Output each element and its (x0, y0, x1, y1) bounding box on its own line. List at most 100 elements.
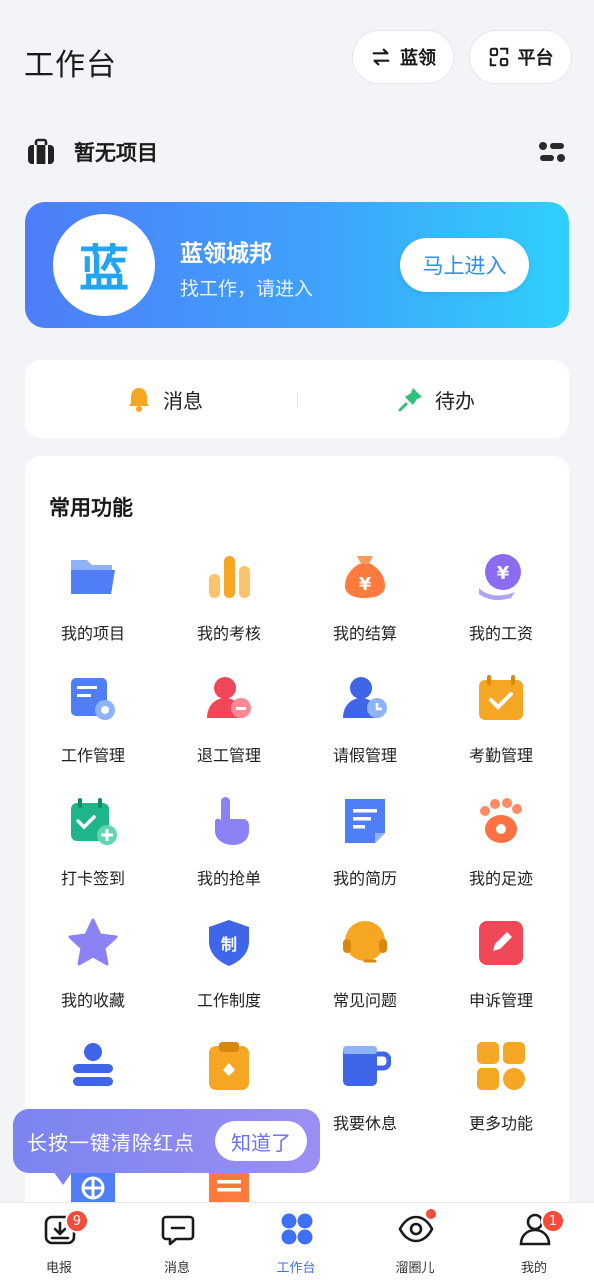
section-title: 常用功能 (49, 496, 133, 520)
function-label: 我的结算 (332, 624, 397, 643)
function-label: 申诉管理 (468, 991, 533, 1010)
common-functions: 常用功能 我的项目 我的考核 ¥ 我的结算 ¥ 我的工资 工作管理 退工管理 请… (25, 456, 569, 1216)
function-my-settlement[interactable]: ¥ 我的结算 (297, 544, 433, 666)
function-label: 我的工资 (468, 624, 533, 643)
project-selector[interactable]: 暂无项目 (26, 130, 568, 174)
page-title: 工作台 (24, 48, 117, 83)
function-label: 退工管理 (196, 746, 261, 765)
appeal-icon (479, 921, 523, 965)
clear-badge-tooltip: 长按一键清除红点 知道了 (13, 1109, 320, 1185)
app-banner[interactable]: 蓝 蓝领城邦 找工作，请进入 马上进入 (25, 202, 569, 328)
switch-role-label: 蓝领 (400, 48, 436, 69)
money-bag-icon: ¥ (345, 556, 385, 598)
function-label: 工作管理 (60, 746, 125, 765)
quick-actions: 消息 待办 (25, 360, 569, 438)
tab-label: 工作台 (276, 1261, 316, 1276)
tab-mine[interactable]: 1 我的 (475, 1203, 593, 1280)
todo-shortcut[interactable]: 待办 (397, 360, 475, 438)
svg-text:¥: ¥ (497, 563, 510, 584)
checkin-icon (71, 798, 117, 845)
policy-shield-icon: 制 (209, 920, 249, 966)
tab-badge: 9 (65, 1209, 89, 1233)
chat-icon (161, 1215, 195, 1246)
clipboard-icon (209, 1042, 249, 1090)
messages-shortcut[interactable]: 消息 (125, 360, 203, 438)
function-label: 我的收藏 (60, 991, 125, 1010)
app-logo: 蓝 (53, 214, 155, 316)
function-label: 我的项目 (60, 624, 125, 643)
header: 工作台 蓝领 平台 (0, 0, 594, 110)
more-grid-icon (477, 1042, 525, 1090)
function-more[interactable]: 更多功能 (433, 1034, 569, 1156)
function-label: 请假管理 (332, 746, 397, 765)
tab-badge: 1 (541, 1209, 565, 1233)
profile-stack-icon (73, 1043, 113, 1086)
grab-order-icon (215, 797, 249, 845)
divider (297, 392, 298, 408)
tab-messages[interactable]: 消息 (118, 1203, 236, 1280)
rest-cup-icon (343, 1046, 391, 1086)
function-work-policy[interactable]: 制 工作制度 (161, 911, 297, 1033)
resume-icon (345, 799, 385, 843)
briefcase-icon (28, 138, 54, 164)
star-icon (68, 918, 118, 966)
todo-label: 待办 (435, 388, 475, 413)
bell-icon (129, 388, 149, 412)
function-my-assessment[interactable]: 我的考核 (161, 544, 297, 666)
function-work-management[interactable]: 工作管理 (25, 666, 161, 788)
workbench-grid-icon (281, 1213, 313, 1245)
tab-label: 消息 (163, 1261, 190, 1276)
tab-label: 我的 (520, 1261, 547, 1276)
function-footprint[interactable]: 我的足迹 (433, 789, 569, 911)
function-attendance[interactable]: 考勤管理 (433, 666, 569, 788)
banner-title: 蓝领城邦 (180, 241, 272, 267)
function-my-resume[interactable]: 我的简历 (297, 789, 433, 911)
function-label: 工作制度 (196, 991, 261, 1010)
function-label: 我的足迹 (468, 869, 533, 888)
function-leave-management[interactable]: 请假管理 (297, 666, 433, 788)
function-label: 常见问题 (332, 991, 397, 1010)
tab-label: 电报 (45, 1261, 72, 1276)
tab-label: 溜圈儿 (395, 1261, 435, 1276)
function-resign-management[interactable]: 退工管理 (161, 666, 297, 788)
platform-label: 平台 (517, 48, 554, 69)
function-my-salary[interactable]: ¥ 我的工资 (433, 544, 569, 666)
function-appeal[interactable]: 申诉管理 (433, 911, 569, 1033)
svg-text:¥: ¥ (359, 574, 372, 595)
bottom-tab-bar: 9 电报 消息 工作台 溜圈儿 1 我的 (0, 1202, 594, 1280)
pin-icon (398, 388, 422, 412)
function-my-projects[interactable]: 我的项目 (25, 544, 161, 666)
tab-circle[interactable]: 溜圈儿 (356, 1203, 474, 1280)
tooltip-text: 长按一键清除红点 (27, 1130, 195, 1155)
switch-role-button[interactable]: 蓝领 (352, 30, 454, 84)
resign-icon (207, 677, 251, 718)
function-label: 我的抢单 (196, 869, 261, 888)
folder-icon (71, 560, 115, 594)
function-favorites[interactable]: 我的收藏 (25, 911, 161, 1033)
function-label: 我的考核 (196, 624, 261, 643)
work-manage-icon (71, 678, 115, 720)
leave-icon (343, 677, 387, 718)
salary-icon: ¥ (479, 554, 521, 601)
function-faq[interactable]: 常见问题 (297, 911, 433, 1033)
platform-button[interactable]: 平台 (469, 30, 572, 84)
function-label: 打卡签到 (60, 869, 125, 888)
function-grab-order[interactable]: 我的抢单 (161, 789, 297, 911)
project-title: 暂无项目 (74, 141, 158, 165)
function-label: 我的简历 (332, 869, 397, 888)
enter-now-button[interactable]: 马上进入 (400, 238, 529, 292)
tab-workbench[interactable]: 工作台 (237, 1203, 355, 1280)
swap-icon (372, 48, 390, 66)
got-it-button[interactable]: 知道了 (215, 1121, 307, 1161)
function-label: 考勤管理 (468, 746, 533, 765)
messages-label: 消息 (163, 388, 203, 413)
function-check-in[interactable]: 打卡签到 (25, 789, 161, 911)
banner-subtitle: 找工作，请进入 (180, 278, 314, 300)
function-label: 更多功能 (468, 1114, 533, 1133)
scan-platform-icon (489, 47, 508, 67)
toggle-dots-icon[interactable] (538, 140, 566, 164)
attendance-icon (479, 675, 523, 720)
bar-chart-icon (209, 556, 250, 598)
svg-text:制: 制 (221, 935, 237, 954)
tab-telegram[interactable]: 9 电报 (0, 1203, 118, 1280)
